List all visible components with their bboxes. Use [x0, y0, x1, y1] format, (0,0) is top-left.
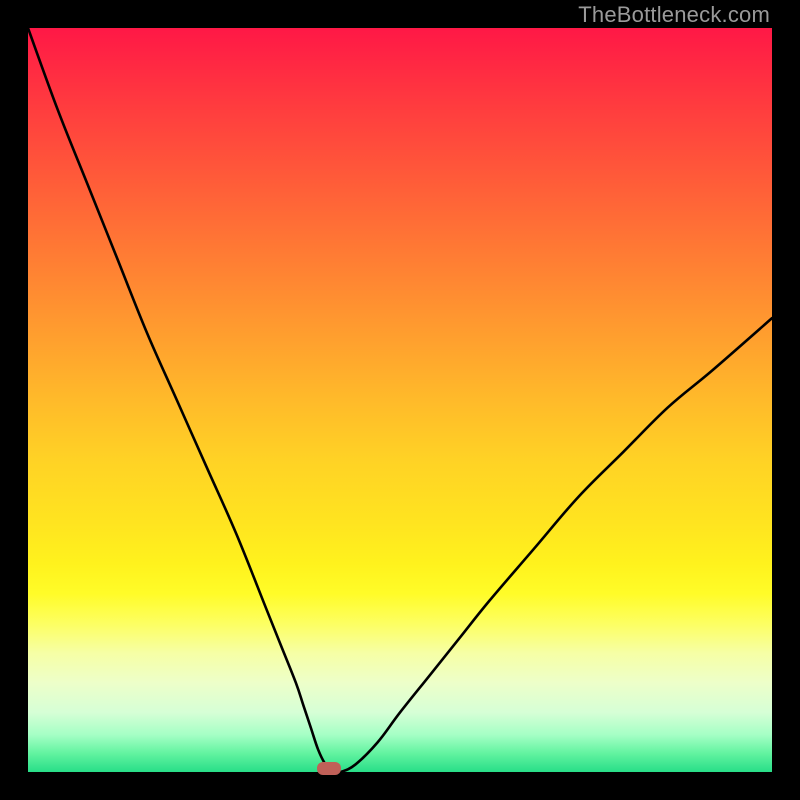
optimal-point-marker — [317, 762, 341, 775]
watermark-text: TheBottleneck.com — [578, 2, 770, 28]
plot-area — [28, 28, 772, 772]
bottleneck-curve — [28, 28, 772, 772]
chart-frame: TheBottleneck.com — [0, 0, 800, 800]
